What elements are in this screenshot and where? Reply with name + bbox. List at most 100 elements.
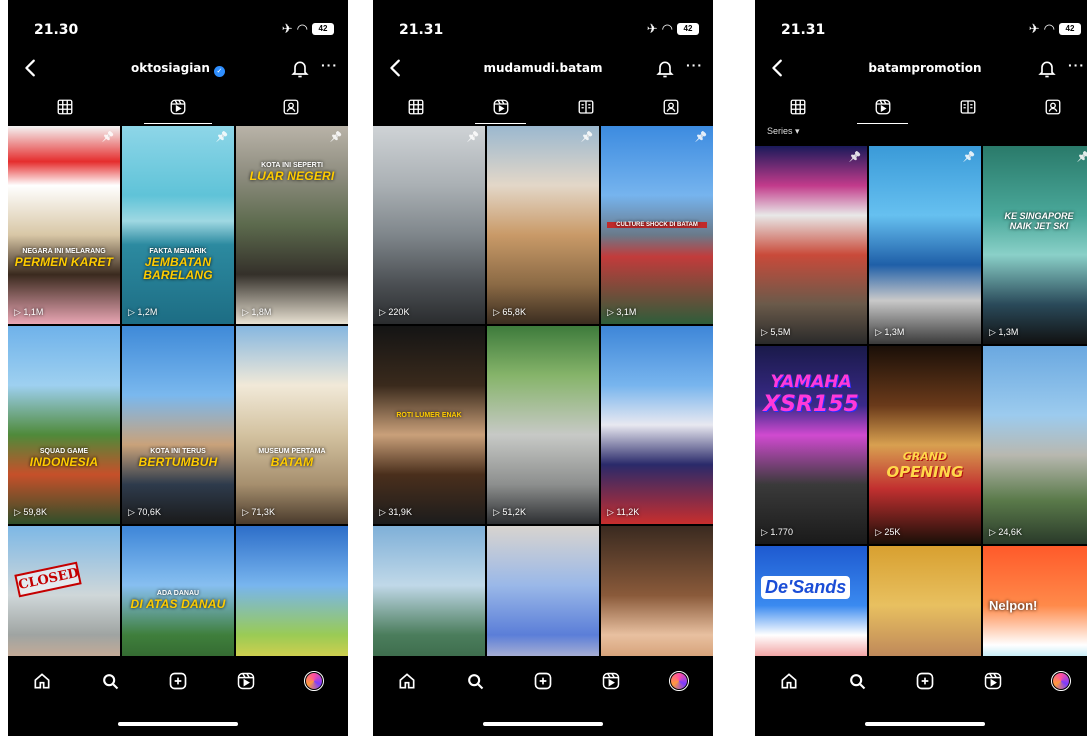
reel-tile[interactable]: De'Sands	[755, 546, 867, 656]
reels-icon[interactable]	[978, 666, 1008, 696]
play-icon: ▷	[242, 507, 252, 517]
reel-tile[interactable]: MUSEUM PERTAMA BATAM ▷ 71,3K	[236, 326, 348, 524]
series-label: Series	[767, 126, 793, 136]
profile-tabs	[755, 92, 1087, 124]
bell-icon[interactable]	[290, 59, 310, 79]
more-horizontal-icon[interactable]: ···	[686, 57, 703, 73]
search-icon[interactable]	[842, 666, 872, 696]
reel-tile[interactable]: SQUAD GAME INDONESIA ▷ 59,8K	[8, 326, 120, 524]
view-count: ▷ 25K	[875, 527, 900, 538]
reels-grid: 📌 ▷ 5,5M 📌 ▷ 1,3M KE SINGAPORE NAIK JET SKI 📌 ▷…	[755, 146, 1087, 656]
reel-tile[interactable]	[487, 526, 599, 656]
caption-line-2: BATAM	[270, 454, 314, 469]
reel-tile[interactable]: NEGARA INI MELARANG PERMEN KARET 📌 ▷ 1,1M	[8, 126, 120, 324]
play-icon: ▷	[607, 307, 617, 317]
tab-tagged[interactable]	[628, 92, 713, 122]
view-count-value: 11,2K	[616, 507, 640, 517]
tab-tagged[interactable]	[1010, 92, 1087, 122]
more-horizontal-icon[interactable]: ···	[1068, 57, 1085, 73]
reel-thumbnail	[487, 326, 599, 524]
home-icon[interactable]	[27, 666, 57, 696]
home-icon[interactable]	[774, 666, 804, 696]
create-icon[interactable]	[528, 666, 558, 696]
caption-line-1: YAMAHA	[770, 372, 852, 392]
reel-tile[interactable]: KE SINGAPORE NAIK JET SKI 📌 ▷ 1,3M	[983, 146, 1087, 344]
tab-series[interactable]	[925, 92, 1010, 122]
tab-series[interactable]	[543, 92, 628, 122]
caption-line-2: LUAR NEGERI	[249, 168, 335, 183]
profile-avatar[interactable]	[664, 666, 694, 696]
reel-tile[interactable]: 📌 ▷ 220K	[373, 126, 485, 324]
status-icons: ✈ ◠ 42	[282, 21, 334, 37]
reel-tile[interactable]: ▷ 24,6K	[983, 346, 1087, 544]
avatar	[1051, 671, 1071, 691]
reel-tile[interactable]: ROTI LUMER ENAK ▷ 31,9K	[373, 326, 485, 524]
airplane-icon: ✈	[646, 21, 658, 36]
create-icon[interactable]	[163, 666, 193, 696]
reel-caption: KE SINGAPORE NAIK JET SKI	[987, 211, 1087, 232]
tab-reels[interactable]	[840, 92, 925, 124]
reel-tile[interactable]: 📌 ▷ 1,3M	[869, 146, 981, 344]
reel-caption: ROTI LUMER ENAK	[396, 412, 462, 419]
view-count-value: 1,1M	[23, 307, 44, 317]
search-icon[interactable]	[460, 666, 490, 696]
series-filter[interactable]: Series ▾	[767, 126, 800, 137]
play-icon: ▷	[989, 527, 999, 537]
battery-icon: 42	[312, 23, 334, 35]
phone-screen: 21.30 ✈ ◠ 42 oktosiagian ✓ ··· NEGARA INI MELAR…	[8, 0, 348, 736]
reel-tile[interactable]: ADA DANAU DI ATAS DANAU	[122, 526, 234, 656]
reel-tile[interactable]: 📌 ▷ 5,5M	[755, 146, 867, 344]
view-count: ▷ 24,6K	[989, 527, 1022, 538]
reel-tile[interactable]: 📌 ▷ 65,8K	[487, 126, 599, 324]
reel-tile[interactable]	[373, 526, 485, 656]
tab-grid[interactable]	[755, 92, 840, 122]
status-bar: 21.30 ✈ ◠ 42	[8, 20, 348, 42]
tab-grid[interactable]	[8, 92, 121, 122]
bell-icon[interactable]	[655, 59, 675, 79]
create-icon[interactable]	[910, 666, 940, 696]
caption-line-2: DI ATAS DANAU	[130, 596, 226, 611]
view-count: ▷ 11,2K	[607, 507, 639, 518]
view-count-value: 25K	[884, 527, 901, 537]
reel-tile[interactable]: YAMAHA XSR155 ▷ 1.770	[755, 346, 867, 544]
reel-tile[interactable]	[601, 526, 713, 656]
reel-tile[interactable]	[869, 546, 981, 656]
status-icons: ✈ ◠ 42	[1029, 21, 1081, 37]
reel-tile[interactable]: KOTA INI SEPERTI LUAR NEGERI 📌 ▷ 1,8M	[236, 126, 348, 324]
tab-tagged[interactable]	[235, 92, 348, 122]
play-icon: ▷	[128, 307, 138, 317]
reel-thumbnail	[983, 146, 1087, 344]
view-count-value: 5,5M	[770, 327, 791, 337]
tab-reels[interactable]	[458, 92, 543, 124]
reel-caption: YAMAHA XSR155	[761, 372, 861, 417]
brand-logo-text: De'Sands	[761, 576, 851, 599]
reel-tile[interactable]: Nelpon!	[983, 546, 1087, 656]
search-icon[interactable]	[95, 666, 125, 696]
reel-tile[interactable]: FAKTA MENARIK JEMBATAN BARELANG 📌 ▷ 1,2M	[122, 126, 234, 324]
reel-tile[interactable]: ▷ 11,2K	[601, 326, 713, 524]
reels-icon[interactable]	[231, 666, 261, 696]
reel-tile[interactable]: CLOSED	[8, 526, 120, 656]
username: batampromotion	[868, 61, 982, 75]
more-horizontal-icon[interactable]: ···	[321, 57, 338, 73]
view-count: ▷ 1,1M	[14, 307, 43, 318]
reel-tile[interactable]	[236, 526, 348, 656]
tab-reels[interactable]	[121, 92, 234, 124]
reel-thumbnail	[373, 526, 485, 656]
reel-caption: Nelpon!	[989, 598, 1038, 613]
reel-tile[interactable]: CULTURE SHOCK DI BATAM 📌 ▷ 3,1M	[601, 126, 713, 324]
reel-thumbnail	[755, 546, 867, 656]
caption-line-2: BERTUMBUH	[138, 454, 218, 469]
pin-icon: 📌	[329, 132, 342, 143]
profile-avatar[interactable]	[299, 666, 329, 696]
reel-caption: FAKTA MENARIK JEMBATAN BARELANG	[126, 248, 230, 282]
reels-icon[interactable]	[596, 666, 626, 696]
play-icon: ▷	[128, 507, 138, 517]
tab-grid[interactable]	[373, 92, 458, 122]
reel-tile[interactable]: KOTA INI TERUS BERTUMBUH ▷ 70,6K	[122, 326, 234, 524]
profile-avatar[interactable]	[1046, 666, 1076, 696]
reel-tile[interactable]: ▷ 51,2K	[487, 326, 599, 524]
home-icon[interactable]	[392, 666, 422, 696]
bell-icon[interactable]	[1037, 59, 1057, 79]
reel-tile[interactable]: GRAND OPENING ▷ 25K	[869, 346, 981, 544]
